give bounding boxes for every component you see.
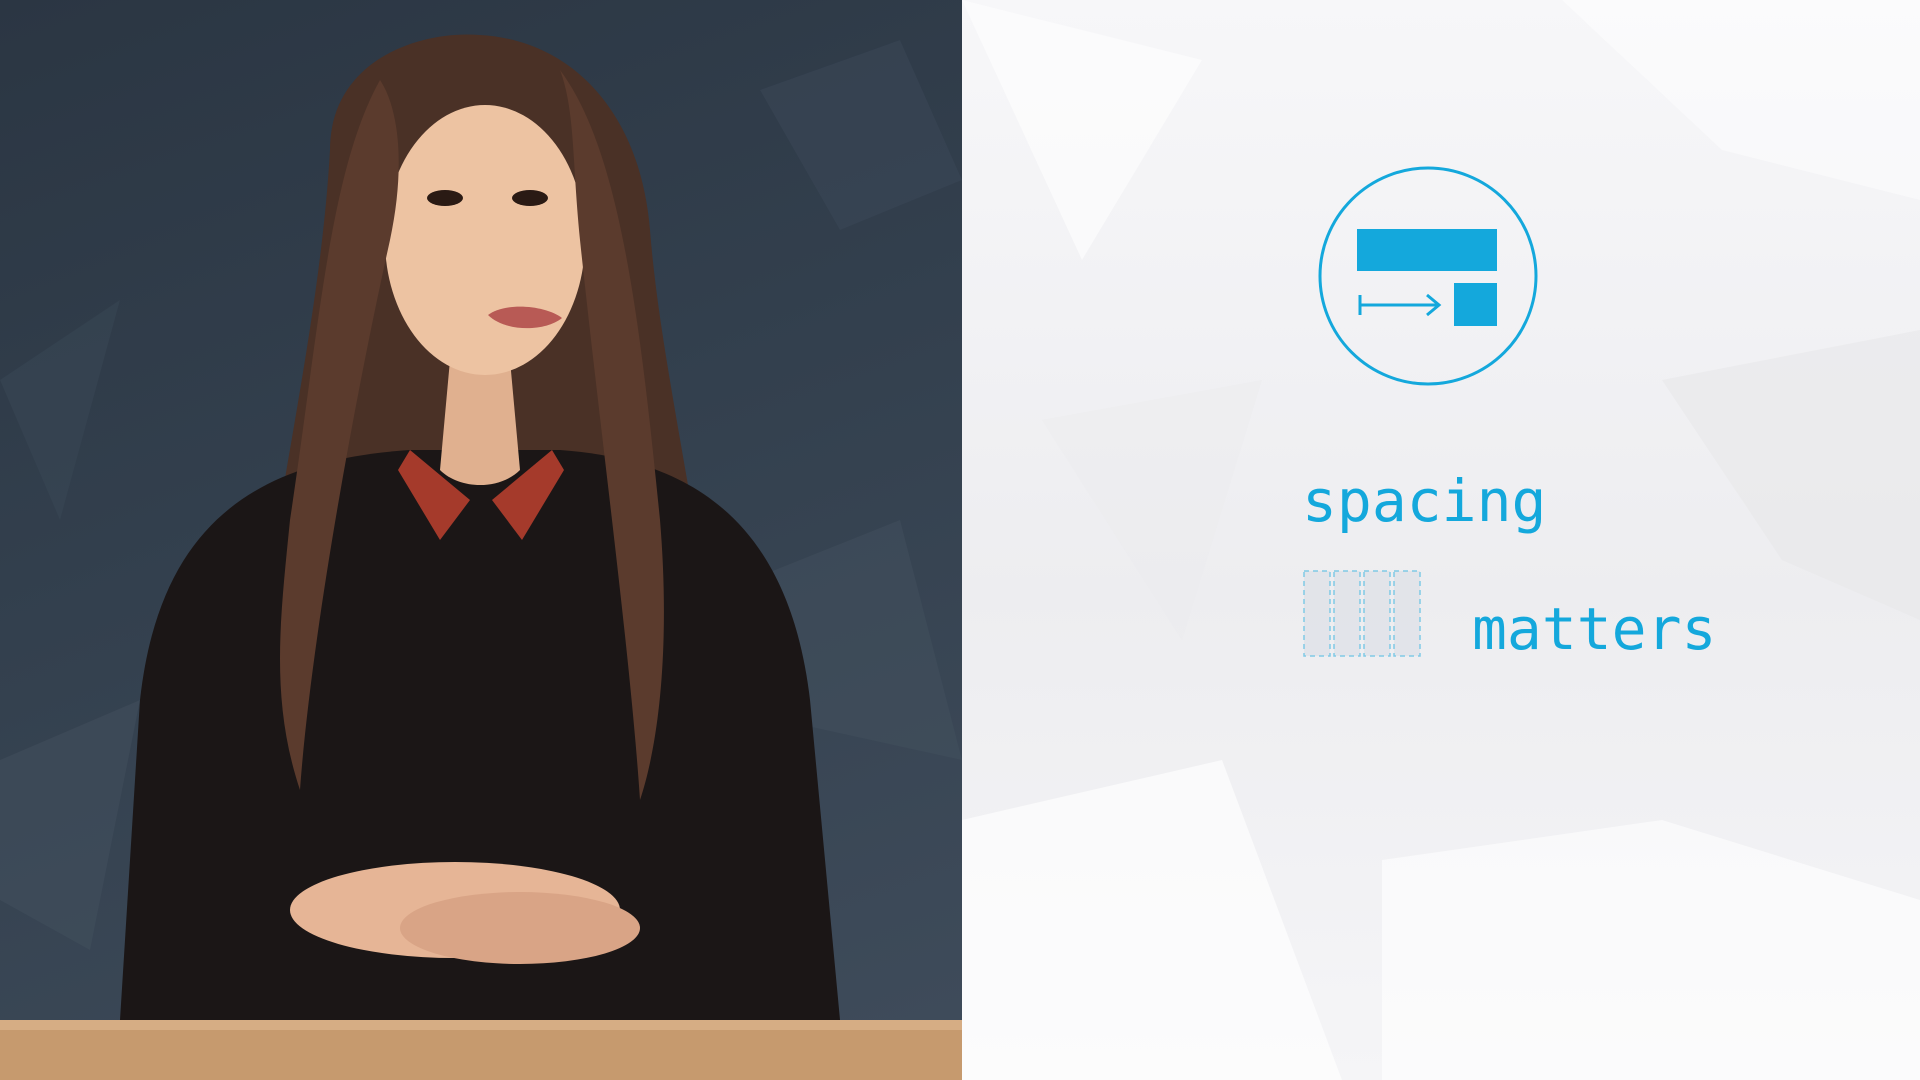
slide-word-spacing: spacing (1302, 467, 1547, 535)
spacing-indent-icon (1318, 166, 1538, 386)
presenter-illustration (0, 34, 962, 1080)
space-placeholder-blocks (1303, 570, 1421, 657)
slide-panel: spacing matters (962, 0, 1920, 1080)
slide-background-texture (962, 0, 1920, 1080)
slide-word-matters: matters (1472, 595, 1717, 663)
presenter-video (0, 0, 962, 1080)
